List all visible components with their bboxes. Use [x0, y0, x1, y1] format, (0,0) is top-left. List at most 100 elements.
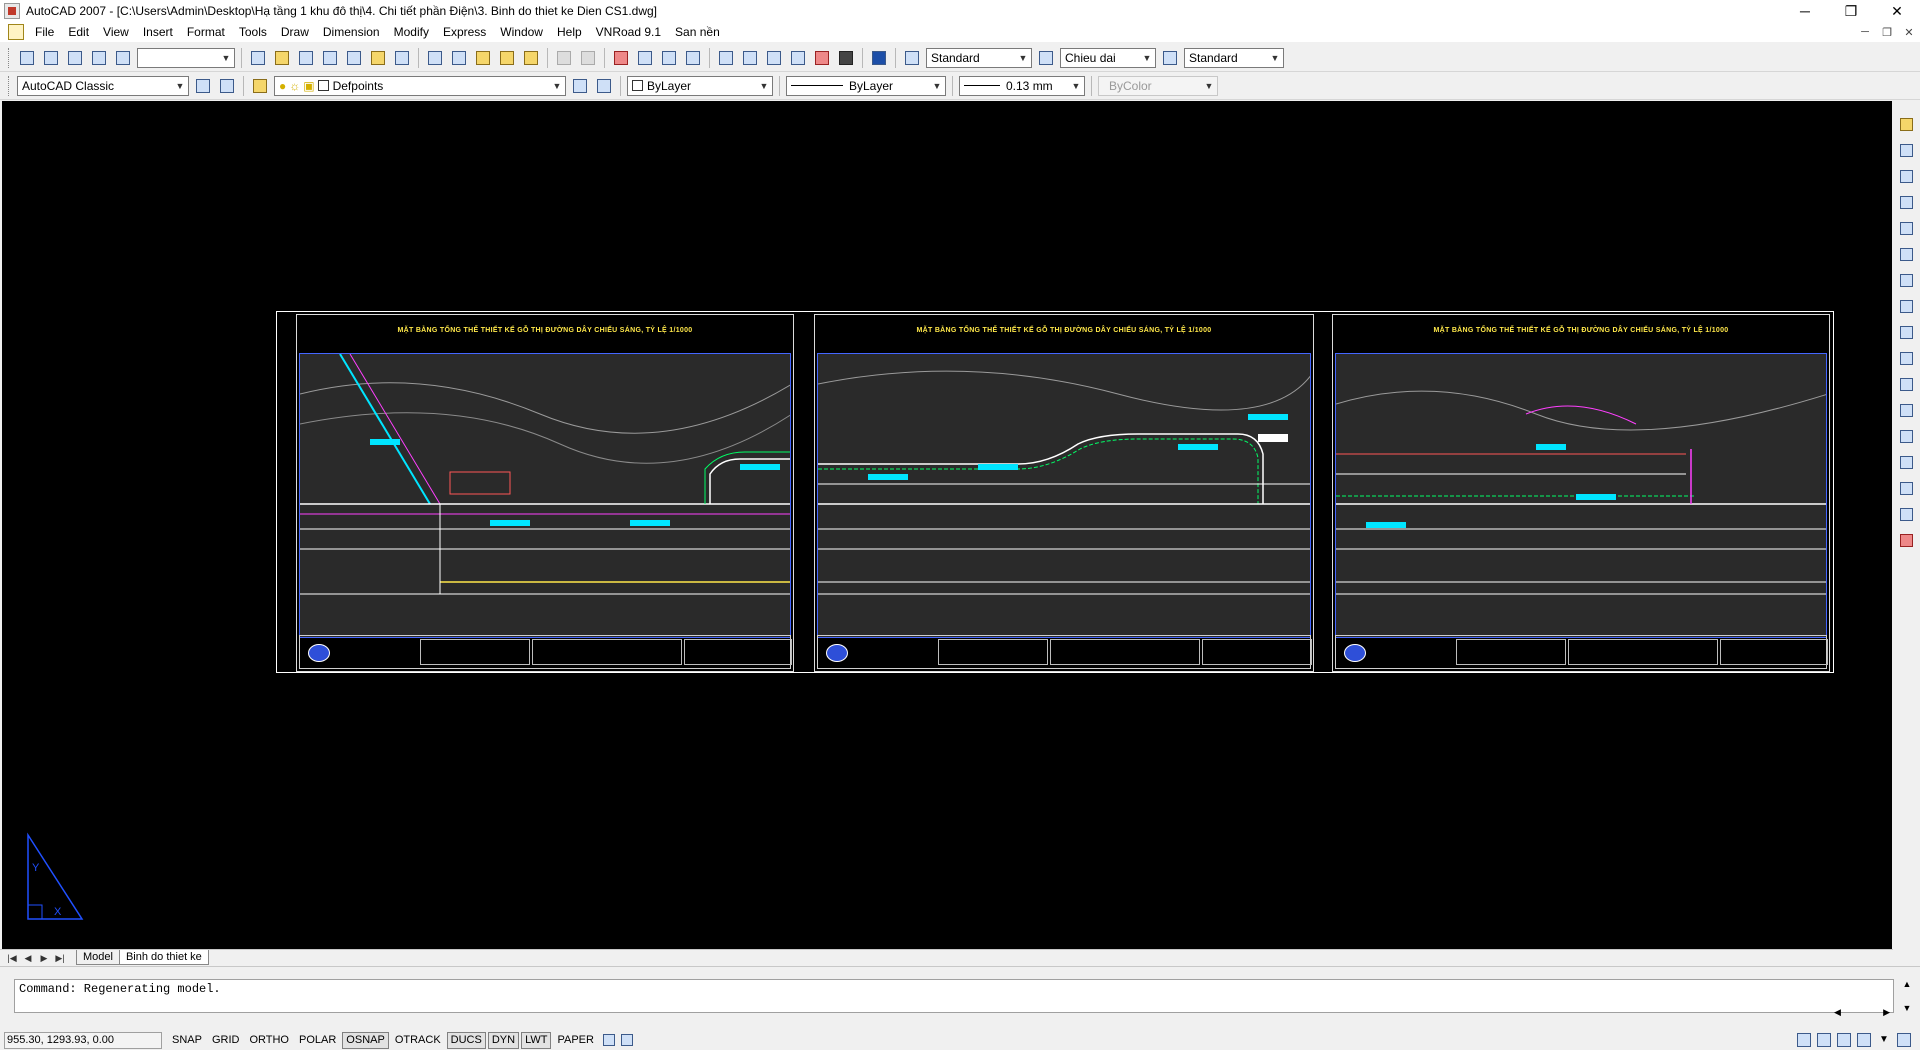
workspace-dropdown[interactable]: AutoCAD Classic ▼ — [17, 75, 189, 96]
calculator-button[interactable] — [835, 47, 857, 69]
communication-center-icon[interactable] — [1797, 1033, 1811, 1047]
offset-button[interactable] — [1896, 191, 1918, 213]
block-editor-button[interactable] — [520, 47, 542, 69]
maximize-viewport-button[interactable] — [601, 1029, 617, 1050]
text-style-button[interactable] — [901, 47, 923, 69]
layer-previous-button[interactable] — [593, 75, 615, 97]
last-tab-button[interactable]: ▶| — [52, 951, 68, 965]
chamfer-button[interactable] — [1896, 477, 1918, 499]
previous-tab-button[interactable]: ◀ — [20, 951, 36, 965]
minimize-button[interactable]: ─ — [1782, 0, 1828, 22]
dim-style-button[interactable] — [1035, 47, 1057, 69]
stretch-button[interactable] — [1896, 321, 1918, 343]
paper-toggle[interactable]: PAPER — [553, 1032, 597, 1049]
cad-standards-icon[interactable] — [1857, 1033, 1871, 1047]
menu-san-nen[interactable]: San nền — [668, 22, 727, 42]
text-style-dropdown[interactable]: Standard ▼ — [926, 47, 1032, 68]
menu-tools[interactable]: Tools — [232, 22, 274, 42]
table-style-dropdown[interactable]: Standard ▼ — [1184, 47, 1284, 68]
toolbar-2-button[interactable] — [40, 47, 62, 69]
command-scrollbar[interactable]: ▲ ▼ — [1900, 979, 1914, 1013]
workspace-save-button[interactable] — [216, 75, 238, 97]
linetype-dropdown[interactable]: ByLayer ▼ — [786, 75, 946, 96]
color-dropdown[interactable]: ByLayer ▼ — [627, 75, 773, 96]
save-button[interactable] — [295, 47, 317, 69]
manage-xrefs-icon[interactable] — [1837, 1033, 1851, 1047]
paste-button[interactable] — [472, 47, 494, 69]
scroll-right-icon[interactable]: ▶ — [1883, 1007, 1890, 1021]
document-icon[interactable] — [8, 24, 24, 40]
3d-dwf-button[interactable] — [391, 47, 413, 69]
redo-button[interactable] — [577, 47, 599, 69]
menu-window[interactable]: Window — [493, 22, 550, 42]
toolbar-5-button[interactable] — [112, 47, 134, 69]
tool-palettes-button[interactable] — [763, 47, 785, 69]
mirror-button[interactable] — [1896, 165, 1918, 187]
zoom-window-button[interactable] — [658, 47, 680, 69]
ducs-toggle[interactable]: DUCS — [446, 1031, 486, 1049]
break-button[interactable] — [1896, 425, 1918, 447]
menu-vnroad[interactable]: VNRoad 9.1 — [589, 22, 668, 42]
tab-binh-do-thiet-ke[interactable]: Binh do thiet ke — [118, 950, 209, 965]
join-button[interactable] — [1896, 451, 1918, 473]
polar-toggle[interactable]: POLAR — [295, 1032, 340, 1049]
doc-close-button[interactable]: ✕ — [1898, 26, 1920, 39]
toolbar-3-button[interactable] — [64, 47, 86, 69]
explode-button[interactable] — [1896, 529, 1918, 551]
autocad-app-icon[interactable] — [4, 3, 20, 19]
status-menu-arrow-icon[interactable]: ▼ — [1877, 1033, 1891, 1047]
array-button[interactable] — [1896, 217, 1918, 239]
status-scroll-button[interactable] — [619, 1029, 635, 1050]
workspace-settings-button[interactable] — [192, 75, 214, 97]
scroll-left-icon[interactable]: ◀ — [1834, 1007, 1841, 1021]
doc-restore-button[interactable]: ❐ — [1876, 26, 1898, 39]
copy-button[interactable] — [448, 47, 470, 69]
restore-button[interactable]: ❐ — [1828, 0, 1874, 22]
menu-help[interactable]: Help — [550, 22, 589, 42]
close-button[interactable]: ✕ — [1874, 0, 1920, 22]
fillet-button[interactable] — [1896, 503, 1918, 525]
copy-object-button[interactable] — [1896, 139, 1918, 161]
toolbar-4-button[interactable] — [88, 47, 110, 69]
properties-button[interactable] — [715, 47, 737, 69]
lineweight-dropdown[interactable]: 0.13 mm ▼ — [959, 75, 1085, 96]
help-button[interactable] — [868, 47, 890, 69]
coordinate-readout[interactable]: 955.30, 1293.93, 0.00 — [4, 1031, 162, 1049]
ortho-toggle[interactable]: ORTHO — [245, 1032, 293, 1049]
layer-dropdown[interactable]: ● ☼ ▣ Defpoints ▼ — [274, 75, 566, 96]
sheet-set-button[interactable] — [787, 47, 809, 69]
otrack-toggle[interactable]: OTRACK — [391, 1032, 445, 1049]
plot-button[interactable] — [319, 47, 341, 69]
extend-button[interactable] — [1896, 373, 1918, 395]
match-properties-button[interactable] — [496, 47, 518, 69]
toolbar-lock-icon[interactable] — [1817, 1033, 1831, 1047]
cut-button[interactable] — [424, 47, 446, 69]
named-view-dropdown[interactable]: ▼ — [137, 47, 235, 68]
toolbar-grip[interactable] — [8, 75, 11, 96]
menu-file[interactable]: File — [28, 22, 61, 42]
lwt-toggle[interactable]: LWT — [521, 1031, 552, 1049]
scale-button[interactable] — [1896, 295, 1918, 317]
first-tab-button[interactable]: |◀ — [4, 951, 20, 965]
tab-model[interactable]: Model — [76, 950, 120, 965]
menu-express[interactable]: Express — [436, 22, 493, 42]
clean-screen-icon[interactable] — [1897, 1033, 1911, 1047]
osnap-toggle[interactable]: OSNAP — [342, 1031, 389, 1049]
scroll-down-icon[interactable]: ▼ — [1900, 1003, 1914, 1013]
plot-style-dropdown[interactable]: ByColor ▼ — [1098, 75, 1218, 96]
plot-preview-button[interactable] — [343, 47, 365, 69]
command-line[interactable]: Command: Regenerating model. — [14, 979, 1894, 1013]
snap-toggle[interactable]: SNAP — [168, 1032, 206, 1049]
layer-manager-button[interactable] — [249, 75, 271, 97]
table-style-button[interactable] — [1159, 47, 1181, 69]
pan-button[interactable] — [610, 47, 632, 69]
command-horizontal-scrollbar[interactable]: ◀ ▶ — [1834, 1007, 1890, 1021]
rotate-button[interactable] — [1896, 269, 1918, 291]
menu-format[interactable]: Format — [180, 22, 232, 42]
make-object-layer-current-button[interactable] — [569, 75, 591, 97]
doc-minimize-button[interactable]: ─ — [1854, 26, 1876, 39]
menu-insert[interactable]: Insert — [136, 22, 180, 42]
design-center-button[interactable] — [739, 47, 761, 69]
dyn-toggle[interactable]: DYN — [487, 1031, 520, 1049]
menu-view[interactable]: View — [96, 22, 136, 42]
